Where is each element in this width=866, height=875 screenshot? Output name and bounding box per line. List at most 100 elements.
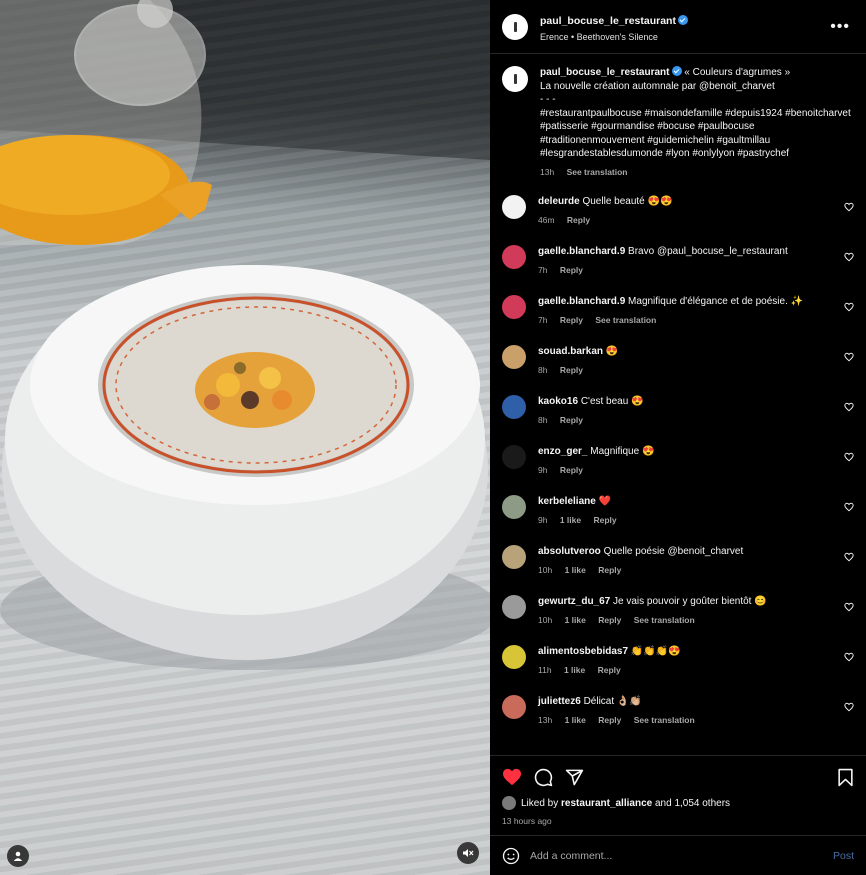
comment-likes[interactable]: 1 like (565, 715, 586, 725)
comment-row: gaelle.blanchard.9 Magnifique d'élégance… (502, 295, 854, 327)
reply-button[interactable]: Reply (598, 715, 621, 725)
heart-icon[interactable] (502, 768, 522, 786)
reply-button[interactable]: Reply (598, 615, 621, 625)
comment-text: Délicat 👌🏼👏🏼 (583, 696, 642, 707)
comment-heart-icon[interactable] (844, 502, 854, 512)
comment-time: 9h (538, 514, 548, 525)
caption-avatar[interactable] (502, 66, 528, 92)
liked-by-user[interactable]: restaurant_alliance (561, 798, 652, 809)
commenter-avatar[interactable] (502, 445, 526, 469)
reply-button[interactable]: Reply (567, 215, 590, 225)
comment-time: 8h (538, 414, 548, 425)
see-translation-link[interactable]: See translation (567, 167, 628, 177)
comment-username[interactable]: kaoko16 (538, 396, 578, 407)
profile-avatar[interactable] (502, 13, 528, 40)
comment-input[interactable] (530, 849, 833, 862)
comment-username[interactable]: gaelle.blanchard.9 (538, 296, 625, 307)
comment-likes[interactable]: 1 like (560, 515, 581, 525)
reply-button[interactable]: Reply (560, 465, 583, 475)
reply-button[interactable]: Reply (594, 515, 617, 525)
more-options-icon[interactable]: ••• (826, 14, 854, 40)
tagged-user-icon[interactable] (7, 845, 29, 867)
comment-heart-icon[interactable] (844, 652, 854, 662)
comment-heart-icon[interactable] (844, 452, 854, 462)
commenter-avatar[interactable] (502, 295, 526, 319)
comment-likes[interactable]: 1 like (564, 665, 585, 675)
caption-quote: « Couleurs d'agrumes » (684, 67, 791, 78)
comment-username[interactable]: enzo_ger_ (538, 446, 587, 457)
caption-dashes: - - - (540, 94, 556, 105)
post-author-username[interactable]: paul_bocuse_le_restaurant (540, 15, 676, 27)
comment-username[interactable]: souad.barkan (538, 346, 603, 357)
comment-time: 9h (538, 464, 548, 475)
post-caption: paul_bocuse_le_restaurant « Couleurs d'a… (502, 66, 854, 179)
comment-text: Je vais pouvoir y goûter bientôt 😊 (613, 596, 767, 607)
comment-username[interactable]: gaelle.blanchard.9 (538, 246, 625, 257)
reply-button[interactable]: Reply (560, 365, 583, 375)
reply-button[interactable]: Reply (598, 665, 621, 675)
audio-track-label[interactable]: Erence • Beethoven's Silence (540, 32, 826, 42)
comments-list[interactable]: paul_bocuse_le_restaurant « Couleurs d'a… (490, 54, 866, 754)
post-media[interactable] (0, 0, 490, 875)
comment-likes[interactable]: 1 like (565, 615, 586, 625)
commenter-avatar[interactable] (502, 695, 526, 719)
comment-time: 7h (538, 314, 548, 325)
comment-text: Quelle beauté 😍😍 (582, 196, 673, 207)
commenter-avatar[interactable] (502, 645, 526, 669)
comment-username[interactable]: kerbeleliane (538, 496, 596, 507)
liker-avatar[interactable] (502, 796, 516, 810)
comment-username[interactable]: gewurtz_du_67 (538, 596, 610, 607)
comment-heart-icon[interactable] (844, 702, 854, 712)
bookmark-icon[interactable] (837, 768, 854, 787)
add-comment-bar: Post (490, 835, 866, 875)
commenter-avatar[interactable] (502, 395, 526, 419)
post-time-ago: 13 hours ago (502, 816, 552, 826)
comment-time: 10h (538, 614, 553, 625)
comment-username[interactable]: alimentosbebidas7 (538, 646, 628, 657)
comment-text: 😍 (605, 346, 619, 357)
comment-heart-icon[interactable] (844, 402, 854, 412)
post-comment-button[interactable]: Post (833, 850, 854, 862)
emoji-icon[interactable] (502, 847, 520, 865)
comment-time: 10h (538, 564, 553, 575)
comment-heart-icon[interactable] (844, 552, 854, 562)
caption-hashtags[interactable]: #restaurantpaulbocuse #maisondefamille #… (540, 108, 851, 160)
comment-heart-icon[interactable] (844, 602, 854, 612)
caption-username[interactable]: paul_bocuse_le_restaurant (540, 67, 670, 78)
liked-by-prefix: Liked by (521, 797, 559, 809)
post-actions: Liked by restaurant_alliance and 1,054 o… (490, 755, 866, 826)
commenter-avatar[interactable] (502, 495, 526, 519)
comment-time: 13h (538, 714, 553, 725)
share-icon[interactable] (565, 768, 584, 787)
liked-by-suffix[interactable]: and 1,054 others (655, 798, 730, 809)
audio-muted-icon[interactable] (457, 842, 479, 864)
reply-button[interactable]: Reply (560, 315, 583, 325)
see-translation-link[interactable]: See translation (634, 715, 695, 725)
comment-heart-icon[interactable] (844, 202, 854, 212)
dessert-photo (0, 0, 490, 670)
comment-icon[interactable] (534, 768, 553, 787)
comment-heart-icon[interactable] (844, 302, 854, 312)
comment-row: gaelle.blanchard.9 Bravo @paul_bocuse_le… (502, 245, 854, 277)
reply-button[interactable]: Reply (560, 415, 583, 425)
likes-summary: Liked by restaurant_alliance and 1,054 o… (502, 796, 854, 810)
comment-username[interactable]: juliettez6 (538, 696, 581, 707)
see-translation-link[interactable]: See translation (595, 315, 656, 325)
commenter-avatar[interactable] (502, 345, 526, 369)
comment-row: alimentosbebidas7 👏👏👏😍 11h 1 like Reply (502, 645, 854, 677)
comment-heart-icon[interactable] (844, 352, 854, 362)
reply-button[interactable]: Reply (560, 265, 583, 275)
commenter-avatar[interactable] (502, 195, 526, 219)
commenter-avatar[interactable] (502, 245, 526, 269)
comment-likes[interactable]: 1 like (565, 565, 586, 575)
comment-username[interactable]: absolutveroo (538, 546, 601, 557)
comment-row: absolutveroo Quelle poésie @benoit_charv… (502, 545, 854, 577)
reply-button[interactable]: Reply (598, 565, 621, 575)
comment-text: C'est beau 😍 (580, 396, 644, 407)
commenter-avatar[interactable] (502, 595, 526, 619)
comment-username[interactable]: deleurde (538, 196, 580, 207)
comment-text: Magnifique 😍 (590, 446, 655, 457)
commenter-avatar[interactable] (502, 545, 526, 569)
comment-heart-icon[interactable] (844, 252, 854, 262)
see-translation-link[interactable]: See translation (634, 615, 695, 625)
